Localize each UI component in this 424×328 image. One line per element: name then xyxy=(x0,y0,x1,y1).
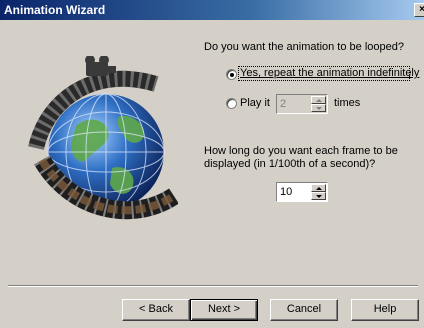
frame-duration-down-button[interactable] xyxy=(311,192,326,200)
play-count-value: 2 xyxy=(280,98,287,110)
frame-question-line1: How long do you want each frame to be xyxy=(204,145,398,157)
globe-film-illustration xyxy=(28,56,178,220)
play-count-up-button[interactable] xyxy=(311,96,326,104)
repeat-radio[interactable] xyxy=(226,69,237,80)
play-count-stepper[interactable]: 2 xyxy=(276,94,328,114)
window-title: Animation Wizard xyxy=(4,3,106,17)
play-count-down-button[interactable] xyxy=(311,104,326,112)
close-icon: × xyxy=(419,4,424,15)
arrow-down-icon xyxy=(316,195,322,198)
title-bar: Animation Wizard × xyxy=(0,0,424,20)
button-separator xyxy=(8,285,418,287)
back-button[interactable]: < Back xyxy=(122,299,190,321)
frame-question-line2: displayed (in 1/100th of a second)? xyxy=(204,158,376,170)
help-button[interactable]: Help xyxy=(351,299,419,321)
play-count-prefix: Play it xyxy=(240,97,270,109)
repeat-option-label[interactable]: Yes, repeat the animation indefinitely xyxy=(240,67,419,79)
loop-question: Do you want the animation to be looped? xyxy=(204,41,404,53)
frame-duration-up-button[interactable] xyxy=(311,184,326,192)
radio-selected-dot xyxy=(230,73,234,77)
play-count-suffix: times xyxy=(334,97,361,109)
frame-duration-value: 10 xyxy=(280,186,293,198)
next-button[interactable]: Next > xyxy=(190,299,258,321)
arrow-up-icon xyxy=(316,99,322,102)
play-count-radio[interactable] xyxy=(226,98,237,109)
arrow-down-icon xyxy=(316,107,322,110)
frame-duration-stepper[interactable]: 10 xyxy=(276,182,328,202)
cancel-button[interactable]: Cancel xyxy=(270,299,338,321)
arrow-up-icon xyxy=(316,187,322,190)
close-button[interactable]: × xyxy=(414,3,424,17)
animation-wizard-dialog: Animation Wizard × Do you want the anima… xyxy=(0,0,424,328)
